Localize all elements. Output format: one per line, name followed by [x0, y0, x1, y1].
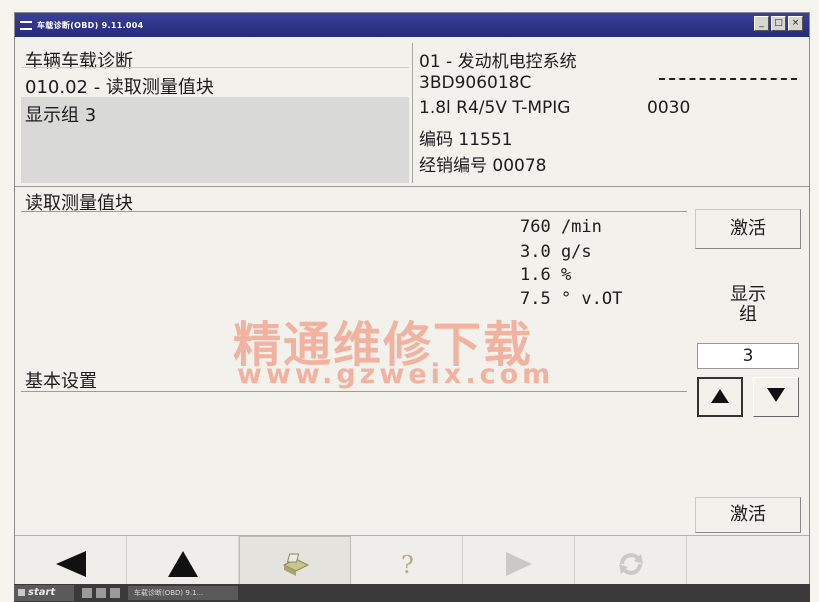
print-icon [282, 553, 310, 576]
svg-text:?: ? [401, 551, 414, 579]
watermark-url: www.gzweix.com [237, 359, 555, 390]
close-button[interactable]: × [788, 16, 803, 31]
window-controls: _ □ × [754, 16, 803, 31]
engine-type: 1.8l R4/5V T-MPIG [419, 98, 571, 118]
system-name: 01 - 发动机电控系统 [419, 52, 577, 72]
selected-group-label: 显示组 3 [25, 105, 97, 126]
triangle-up-icon [711, 389, 729, 403]
obd-app-window: 车载诊断(OBD) 9.11.004 _ □ × 车辆车载诊断 010.02 -… [14, 12, 810, 592]
up-arrow-icon [167, 551, 198, 577]
window-title: 车载诊断(OBD) 9.11.004 [37, 20, 144, 30]
engine-code: 0030 [647, 98, 691, 118]
measure-value: 1.6 % [520, 265, 572, 285]
selected-group-row[interactable]: 显示组 3 [21, 97, 409, 183]
taskbar: start 车载诊断(OBD) 9.1... [14, 584, 810, 602]
measure-value: 760 /min [520, 217, 602, 237]
part-number: 3BD906018C [419, 73, 532, 93]
display-group-label: 显示组 [695, 285, 801, 325]
app-icon [20, 20, 32, 30]
group-up-button[interactable] [697, 377, 743, 417]
divider [21, 211, 687, 212]
measure-value: 7.5 ° v.OT [520, 289, 623, 309]
dashed-separator [659, 78, 797, 80]
start-button[interactable]: start [14, 585, 74, 601]
forward-arrow-icon [505, 552, 532, 576]
basic-settings-label: 基本设置 [25, 371, 97, 392]
title-bar: 车载诊断(OBD) 9.11.004 _ □ × [15, 13, 809, 37]
function-path: 车辆车载诊断 010.02 - 读取测量值块 显示组 3 [21, 43, 409, 183]
minimize-button[interactable]: _ [754, 16, 769, 31]
quick-launch-icon[interactable] [110, 588, 120, 598]
function-title: 车辆车载诊断 [25, 51, 133, 72]
measure-value: 3.0 g/s [520, 242, 592, 262]
dealer-number: 经销编号 00078 [419, 156, 547, 176]
help-icon: ? [401, 551, 414, 579]
activate-basic-button[interactable]: 激活 [695, 497, 801, 533]
divider [412, 43, 413, 183]
taskbar-app-item[interactable]: 车载诊断(OBD) 9.1... [128, 586, 238, 600]
divider [21, 67, 409, 68]
activate-button[interactable]: 激活 [695, 209, 801, 249]
group-down-button[interactable] [753, 377, 799, 417]
display-group-text: 显示组 [730, 284, 766, 325]
function-step: 010.02 - 读取测量值块 [25, 77, 214, 98]
triangle-down-icon [767, 388, 785, 402]
display-group-input[interactable]: 3 [697, 343, 799, 369]
divider [21, 391, 687, 392]
refresh-icon [618, 553, 643, 575]
maximize-button[interactable]: □ [771, 16, 786, 31]
coding: 编码 11551 [419, 130, 513, 150]
back-arrow-icon [55, 551, 86, 577]
quick-launch-icon[interactable] [82, 588, 92, 598]
quick-launch [82, 588, 120, 598]
ecu-info: 01 - 发动机电控系统 3BD906018C 1.8l R4/5V T-MPI… [419, 43, 803, 183]
quick-launch-icon[interactable] [96, 588, 106, 598]
header-panel: 车辆车载诊断 010.02 - 读取测量值块 显示组 3 01 - 发动机电控系… [15, 37, 809, 187]
